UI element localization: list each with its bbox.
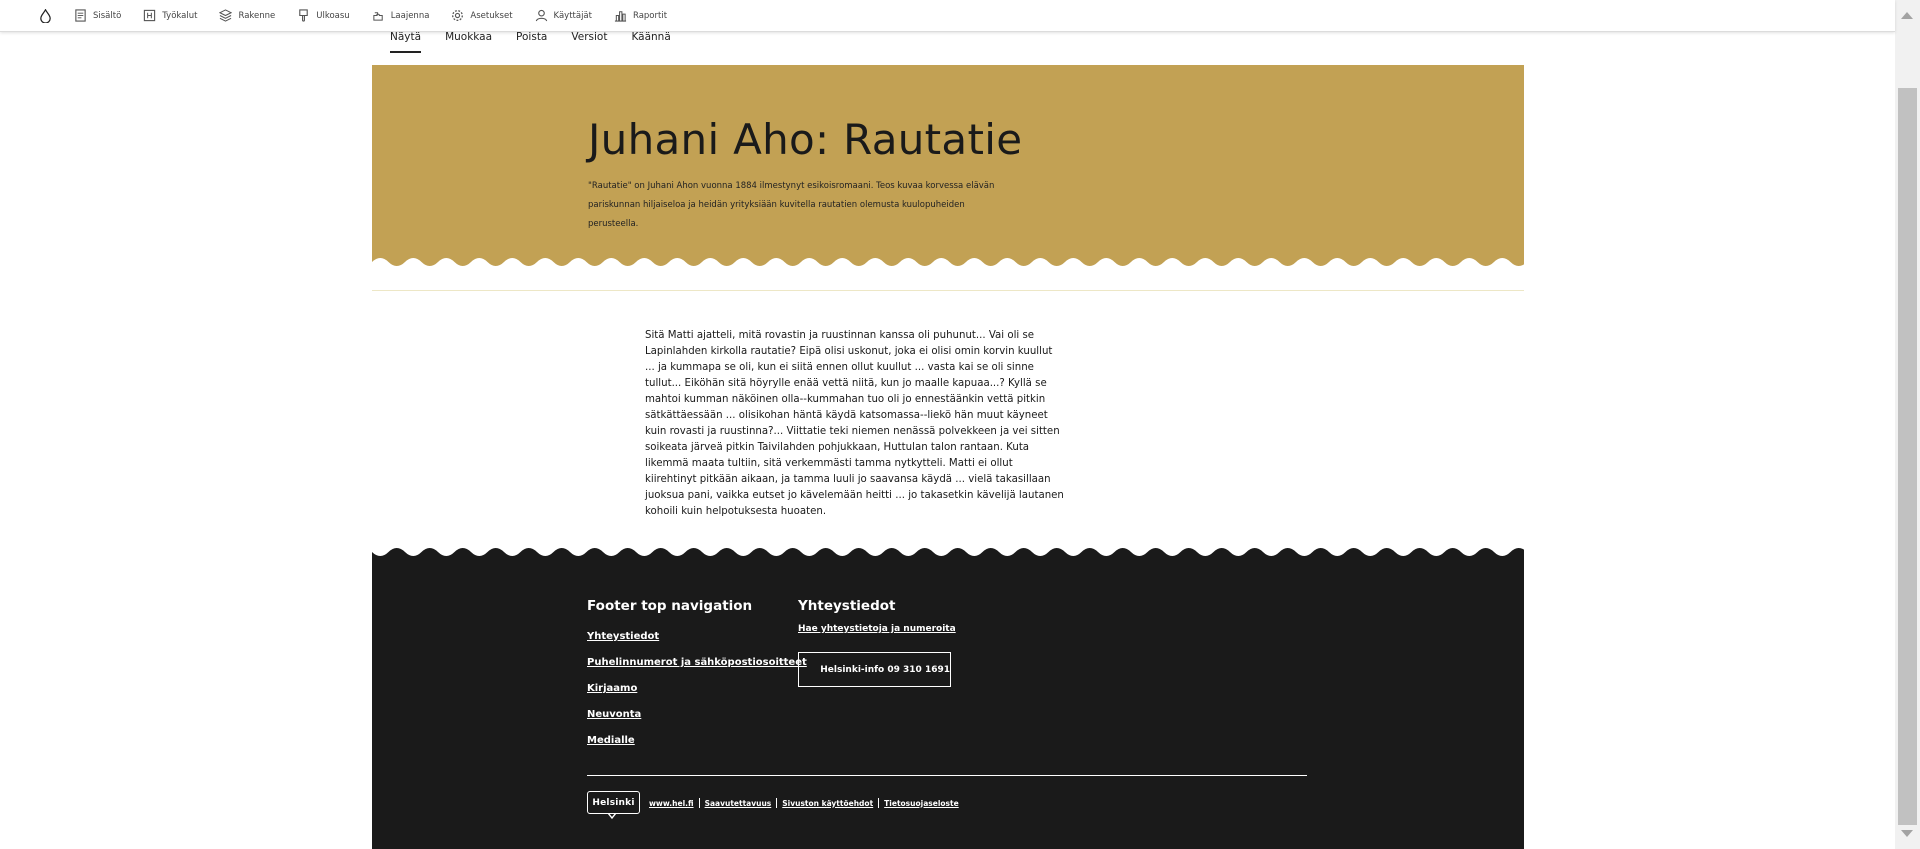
tab-kaanna[interactable]: Käännä <box>631 31 670 53</box>
footer-nav-item: Kirjaamo <box>587 676 807 702</box>
scroll-up-arrow-icon[interactable] <box>1901 12 1913 19</box>
reports-icon <box>614 11 627 22</box>
gear-icon <box>452 10 464 21</box>
footer-bottom-links: www.hel.fi Saavutettavuus Sivuston käytt… <box>649 798 959 808</box>
footer-link-puhelinnumerot[interactable]: Puhelinnumerot ja sähköpostiosoitteet <box>587 657 807 668</box>
footer-contact-title: Yhteystiedot <box>798 598 896 614</box>
footer-wave-edge <box>372 540 1524 564</box>
page-title: Juhani Aho: Rautatie <box>588 115 1023 164</box>
link-separator <box>698 798 700 808</box>
toolbar-item-label: Sisältö <box>93 10 122 21</box>
footer-nav: Yhteystiedot Puhelinnumerot ja sähköpost… <box>587 624 807 754</box>
logo-text: Helsinki <box>592 797 635 808</box>
link-separator <box>878 798 880 808</box>
page-scrollbar[interactable] <box>1895 0 1920 849</box>
phone-button[interactable]: Helsinki-info 09 310 1691 <box>798 652 951 687</box>
toolbar-item-label: Ulkoasu <box>316 10 350 21</box>
footer-nav-item: Neuvonta <box>587 702 807 728</box>
footer-nav-item: Puhelinnumerot ja sähköpostiosoitteet <box>587 650 807 676</box>
footer-link-yhteystiedot[interactable]: Yhteystiedot <box>587 631 659 642</box>
footer-nav-title: Footer top navigation <box>587 598 753 614</box>
link-separator <box>776 798 778 808</box>
toolbar-item-laajenna[interactable]: Laajenna <box>372 9 430 22</box>
contact-search-link[interactable]: Hae yhteystietoja ja numeroita <box>798 624 956 634</box>
footer-link-neuvonta[interactable]: Neuvonta <box>587 709 641 720</box>
toolbar-item-tyokalut[interactable]: Työkalut <box>143 9 197 22</box>
logo-tail-shape <box>608 813 616 819</box>
tab-poista[interactable]: Poista <box>516 31 547 53</box>
site-footer: Footer top navigation Yhteystiedot Puhel… <box>372 540 1524 849</box>
toolbar-item-label: Laajenna <box>390 10 430 21</box>
toolbar-item-ulkoasu[interactable]: Ulkoasu <box>297 9 350 22</box>
toolbar-item-label: Rakenne <box>238 10 276 21</box>
hero-divider <box>372 290 1524 291</box>
footer-link-medialle[interactable]: Medialle <box>587 735 635 746</box>
tab-nayta[interactable]: Näytä <box>390 31 422 53</box>
scroll-down-arrow-icon[interactable] <box>1901 830 1913 837</box>
footer-link-kirjaamo[interactable]: Kirjaamo <box>587 683 637 694</box>
extend-icon <box>373 12 383 21</box>
footer-nav-item: Yhteystiedot <box>587 624 807 650</box>
toolbar-item-kayttajat[interactable]: Käyttäjät <box>535 9 592 22</box>
footer-divider <box>587 775 1307 776</box>
toolbar-item-label: Työkalut <box>162 10 198 21</box>
tab-versiot[interactable]: Versiot <box>571 31 607 53</box>
footer-link-tietosuoja[interactable]: Tietosuojaseloste <box>884 799 959 808</box>
footer-link-saavutettavuus[interactable]: Saavutettavuus <box>705 799 772 808</box>
tab-muokkaa[interactable]: Muokkaa <box>445 31 492 53</box>
lead-paragraph: "Rautatie" on Juhani Ahon vuonna 1884 il… <box>588 181 995 229</box>
toolbar-item-asetukset[interactable]: Asetukset <box>451 9 513 22</box>
appearance-icon <box>299 9 309 22</box>
footer-link-kayttoehdot[interactable]: Sivuston käyttöehdot <box>782 799 873 808</box>
article-body: Sitä Matti ajatteli, mitä rovastin ja ru… <box>645 330 1064 517</box>
document-icon <box>75 9 86 22</box>
drupal-home-icon[interactable] <box>34 5 56 27</box>
toolbar-item-label: Käyttäjät <box>553 10 592 21</box>
toolbar-item-label: Raportit <box>632 10 668 21</box>
toolbar-item-label: Asetukset <box>470 10 513 21</box>
local-tasks-tabs: Näytä Muokkaa Poista Versiot Käännä <box>390 31 695 53</box>
footer-link-hel-fi[interactable]: www.hel.fi <box>649 799 694 808</box>
structure-icon <box>219 9 233 22</box>
admin-toolbar: Sisältö Työkalut Rakenne Ulkoasu Laajenn… <box>0 0 1895 32</box>
scrollbar-thumb[interactable] <box>1898 88 1917 825</box>
phone-label: Helsinki-info 09 310 1691 <box>820 664 950 675</box>
hero-banner: Juhani Aho: Rautatie "Rautatie" on Juhan… <box>372 65 1524 273</box>
hero-wave-edge <box>372 250 1524 273</box>
toolbar-item-rakenne[interactable]: Rakenne <box>219 9 275 22</box>
helsinki-logo[interactable]: Helsinki <box>587 791 640 814</box>
toolbar-item-sisalto[interactable]: Sisältö <box>74 9 121 22</box>
user-icon <box>535 9 547 22</box>
toolbar-item-raportit[interactable]: Raportit <box>614 9 667 22</box>
footer-nav-item: Medialle <box>587 728 807 754</box>
tools-icon <box>144 9 156 22</box>
